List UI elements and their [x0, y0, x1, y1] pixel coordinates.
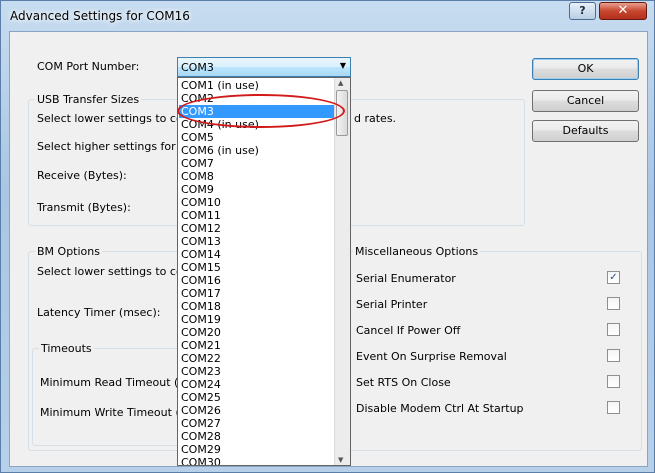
- cancel-if-power-off-label: Cancel If Power Off: [356, 324, 461, 337]
- dropdown-option[interactable]: COM2: [179, 92, 334, 105]
- com-port-selected-value: COM3: [181, 61, 214, 74]
- com-port-label: COM Port Number:: [37, 60, 140, 73]
- dropdown-option[interactable]: COM15: [179, 261, 334, 274]
- scrollbar-thumb[interactable]: [336, 90, 348, 136]
- com-port-combobox[interactable]: COM3 ▼: [177, 57, 351, 77]
- bm-group-title: BM Options: [35, 245, 102, 258]
- scroll-up-arrow-icon[interactable]: ▲: [338, 79, 343, 87]
- dropdown-option[interactable]: COM23: [179, 365, 334, 378]
- com-port-dropdown-list[interactable]: COM1 (in use) COM2 COM3 COM4 (in use) COM5 CO…: [177, 77, 351, 466]
- dropdown-option[interactable]: COM12: [179, 222, 334, 235]
- usb-group-title: USB Transfer Sizes: [35, 93, 142, 106]
- dropdown-option[interactable]: COM7: [179, 157, 334, 170]
- misc-group-title: Miscellaneous Options: [353, 245, 481, 258]
- dropdown-option[interactable]: COM16: [179, 274, 334, 287]
- bm-hint-lower: Select lower settings to corre: [37, 265, 199, 278]
- dropdown-option[interactable]: COM5: [179, 131, 334, 144]
- cancel-button[interactable]: Cancel: [532, 90, 639, 112]
- transmit-label: Transmit (Bytes):: [37, 201, 131, 214]
- dropdown-option[interactable]: COM11: [179, 209, 334, 222]
- serial-printer-label: Serial Printer: [356, 298, 428, 311]
- dropdown-option[interactable]: COM14: [179, 248, 334, 261]
- dropdown-option[interactable]: COM9: [179, 183, 334, 196]
- serial-printer-checkbox[interactable]: [607, 297, 620, 310]
- help-button[interactable]: ?: [569, 2, 596, 20]
- dropdown-option[interactable]: COM29: [179, 443, 334, 456]
- usb-hint-lower: Select lower settings to corre: [37, 112, 199, 125]
- dropdown-option[interactable]: COM24: [179, 378, 334, 391]
- dropdown-option[interactable]: COM4 (in use): [179, 118, 334, 131]
- window-title: Advanced Settings for COM16: [10, 9, 190, 23]
- dropdown-option[interactable]: COM30: [179, 456, 334, 465]
- dropdown-option[interactable]: COM22: [179, 352, 334, 365]
- disable-modem-ctrl-checkbox[interactable]: [607, 401, 620, 414]
- scroll-down-arrow-icon[interactable]: ▼: [338, 456, 343, 464]
- dropdown-option[interactable]: COM19: [179, 313, 334, 326]
- chevron-down-icon[interactable]: ▼: [340, 61, 346, 70]
- dropdown-option[interactable]: COM26: [179, 404, 334, 417]
- dropdown-option[interactable]: COM3: [179, 105, 334, 118]
- dropdown-scrollbar[interactable]: ▲ ▼: [334, 78, 350, 465]
- dropdown-option[interactable]: COM13: [179, 235, 334, 248]
- dropdown-option[interactable]: COM18: [179, 300, 334, 313]
- dialog-body: COM Port Number: OK Cancel Defaults USB …: [9, 31, 648, 467]
- close-button[interactable]: ✕: [599, 2, 647, 20]
- dropdown-option[interactable]: COM28: [179, 430, 334, 443]
- serial-enumerator-label: Serial Enumerator: [356, 272, 456, 285]
- usb-hint-lower-end: d rates.: [354, 112, 397, 125]
- receive-label: Receive (Bytes):: [37, 169, 127, 182]
- usb-hint-higher: Select higher settings for fas: [37, 140, 196, 153]
- dropdown-option[interactable]: COM10: [179, 196, 334, 209]
- event-on-surprise-removal-label: Event On Surprise Removal: [356, 350, 507, 363]
- dropdown-option[interactable]: COM1 (in use): [179, 79, 334, 92]
- defaults-button[interactable]: Defaults: [532, 120, 639, 142]
- dropdown-option[interactable]: COM25: [179, 391, 334, 404]
- timeouts-group-title: Timeouts: [39, 342, 94, 355]
- dropdown-option[interactable]: COM20: [179, 326, 334, 339]
- latency-label: Latency Timer (msec):: [37, 306, 161, 319]
- title-bar[interactable]: Advanced Settings for COM16 ? ✕: [1, 1, 654, 31]
- dropdown-option[interactable]: COM27: [179, 417, 334, 430]
- dropdown-option[interactable]: COM8: [179, 170, 334, 183]
- ok-button[interactable]: OK: [532, 58, 639, 80]
- dropdown-option[interactable]: COM6 (in use): [179, 144, 334, 157]
- dialog-window: Advanced Settings for COM16 ? ✕ COM Port…: [0, 0, 655, 473]
- disable-modem-ctrl-label: Disable Modem Ctrl At Startup: [356, 402, 524, 415]
- serial-enumerator-checkbox[interactable]: ✓: [607, 271, 620, 284]
- dropdown-option[interactable]: COM17: [179, 287, 334, 300]
- set-rts-on-close-checkbox[interactable]: [607, 375, 620, 388]
- event-on-surprise-removal-checkbox[interactable]: [607, 349, 620, 362]
- set-rts-on-close-label: Set RTS On Close: [356, 376, 451, 389]
- cancel-if-power-off-checkbox[interactable]: [607, 323, 620, 336]
- dropdown-option[interactable]: COM21: [179, 339, 334, 352]
